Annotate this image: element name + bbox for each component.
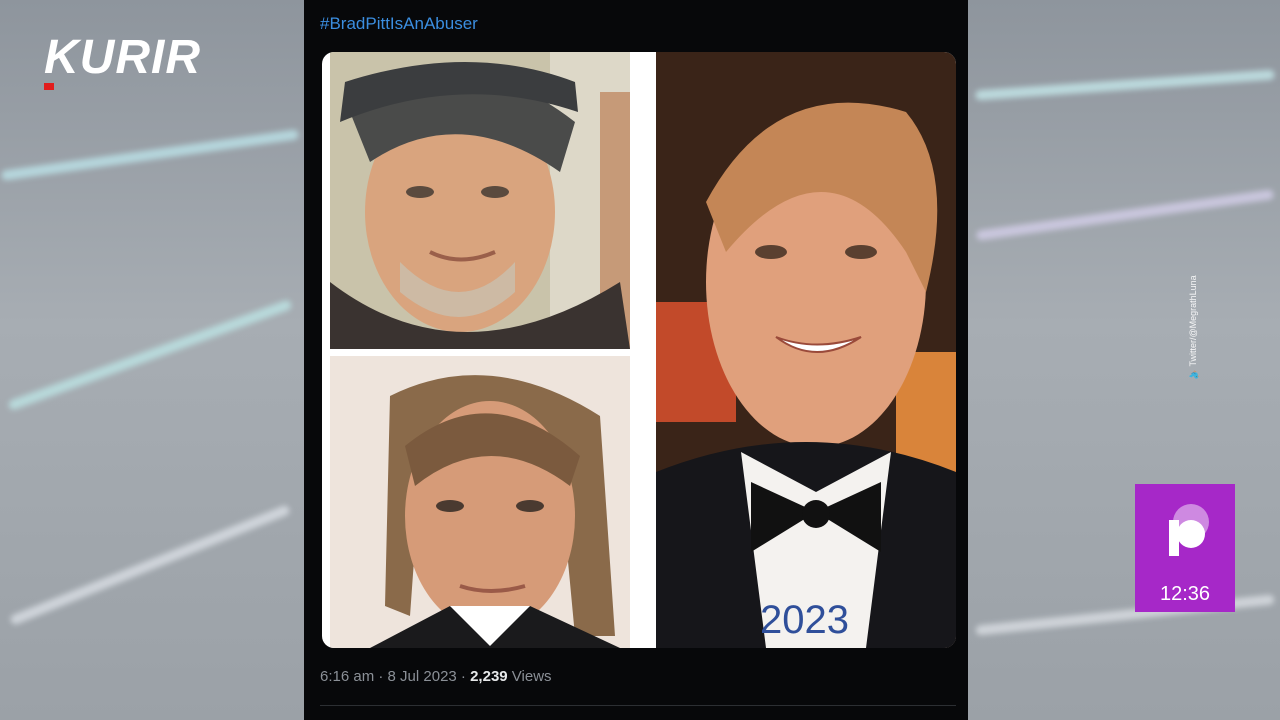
image-year-label: 2023 bbox=[760, 598, 849, 642]
hashtag-link[interactable]: #BradPittIsAnAbuser bbox=[320, 14, 478, 34]
divider bbox=[320, 705, 956, 706]
photo-casual bbox=[330, 52, 630, 349]
twitter-credit-watermark: 🐦 Twitter/@MegrathLuna bbox=[1188, 270, 1228, 380]
tweet-card: #BradPittIsAnAbuser 2023 6:16 am · 8 Jul… bbox=[304, 0, 968, 720]
clock-time: 12:36 bbox=[1159, 583, 1211, 605]
kurir-logo: KURIR bbox=[44, 31, 201, 84]
tweet-image-collage[interactable]: 2023 bbox=[322, 52, 956, 648]
twitter-icon: 🐦 bbox=[1188, 366, 1198, 380]
tweet-metadata: 6:16 am · 8 Jul 2023 · 2,239 Views bbox=[320, 668, 552, 685]
watermark-text: Twitter/@MegrathLuna bbox=[1188, 275, 1198, 367]
photo-red-carpet bbox=[330, 356, 630, 648]
views-label: Views bbox=[507, 668, 552, 685]
channel-logo-icon bbox=[1169, 504, 1209, 556]
channel-clock-badge: 12:36 bbox=[1135, 484, 1235, 612]
views-count: 2,239 bbox=[470, 668, 508, 685]
tweet-timestamp[interactable]: 6:16 am · 8 Jul 2023 · bbox=[320, 668, 470, 685]
photo-2023 bbox=[656, 52, 956, 648]
logo-accent-dot bbox=[44, 83, 54, 90]
